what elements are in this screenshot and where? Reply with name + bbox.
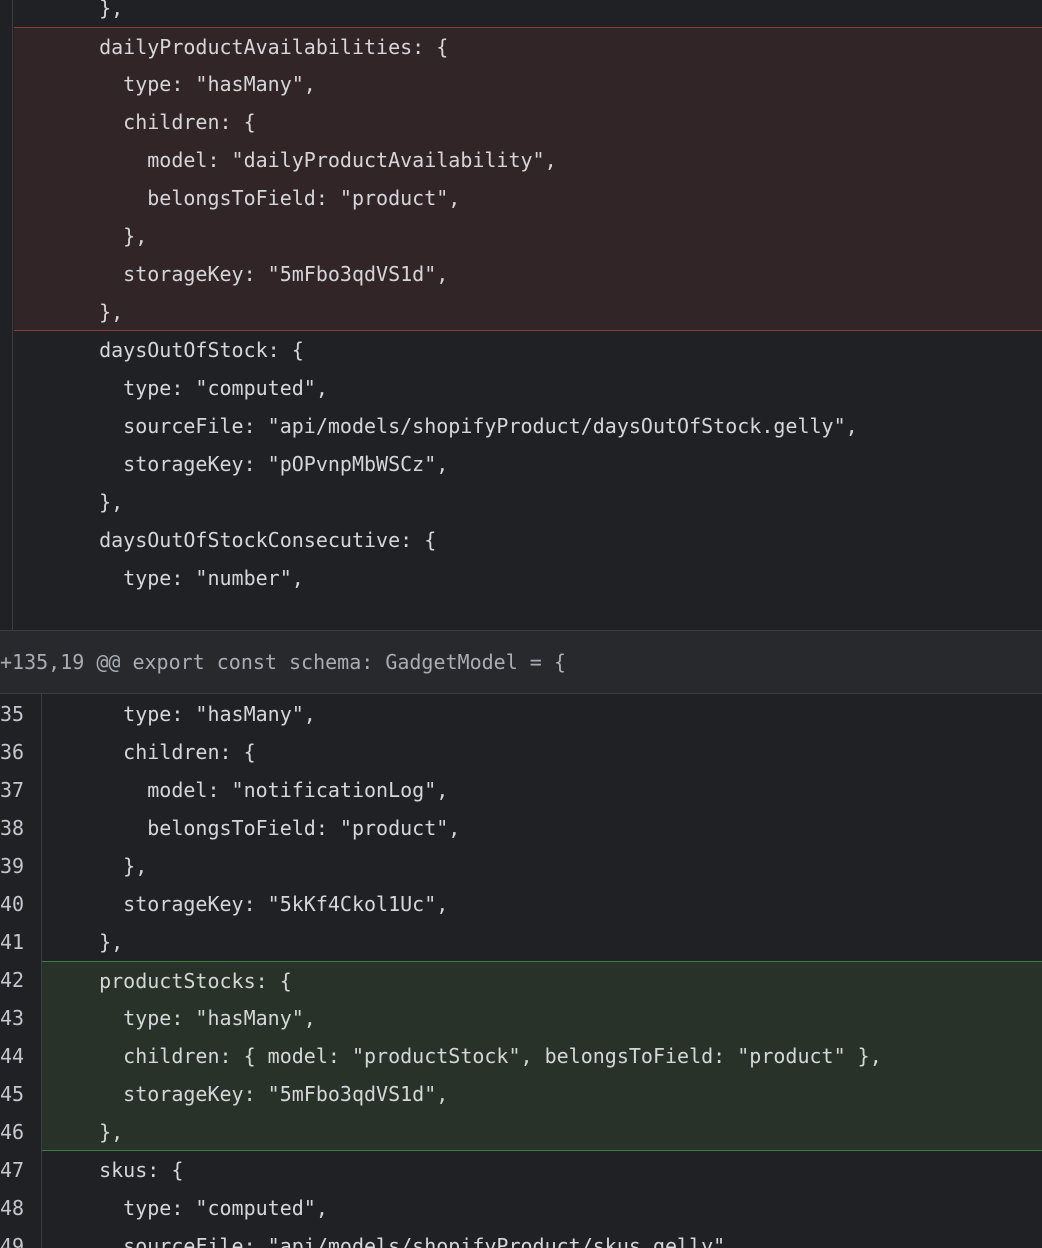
code-text: },	[75, 490, 124, 514]
code-line[interactable]: 49 sourceFile: "api/models/shopifyProduc…	[0, 1227, 1042, 1248]
code-line-added[interactable]: children: { model: "productStock", belon…	[42, 1037, 1042, 1075]
code-line-removed[interactable]: dailyProductAvailabilities: {	[14, 27, 1042, 65]
code-text: model: "dailyProductAvailability",	[75, 148, 557, 172]
code-text: storageKey: "5mFbo3qdVS1d",	[75, 1082, 449, 1106]
line-number: 48	[0, 1196, 25, 1220]
code-text: type: "number",	[75, 566, 304, 590]
code-line[interactable]: 39 },	[0, 847, 1042, 885]
code-text: type: "hasMany",	[75, 72, 316, 96]
code-text: sourceFile: "api/models/shopifyProduct/s…	[75, 1234, 738, 1248]
code-line-added[interactable]: storageKey: "5mFbo3qdVS1d",	[42, 1075, 1042, 1113]
code-line[interactable]: 36 children: {	[0, 733, 1042, 771]
code-line[interactable]: type: "number",	[14, 559, 1042, 597]
code-line[interactable]: 35 type: "hasMany",	[0, 695, 1042, 733]
code-line-added[interactable]: type: "hasMany",	[42, 999, 1042, 1037]
code-line-removed[interactable]: model: "dailyProductAvailability",	[14, 141, 1042, 179]
code-line[interactable]: sourceFile: "api/models/shopifyProduct/d…	[14, 407, 1042, 445]
code-line-removed[interactable]: storageKey: "5mFbo3qdVS1d",	[14, 255, 1042, 293]
code-line-removed[interactable]: },	[14, 293, 1042, 331]
line-number: 49	[0, 1234, 25, 1248]
code-text: },	[75, 854, 148, 878]
code-line[interactable]: type: "computed",	[14, 369, 1042, 407]
code-line[interactable]: 38 belongsToField: "product",	[0, 809, 1042, 847]
line-number: 39	[0, 854, 25, 878]
code-text: type: "hasMany",	[75, 1006, 316, 1030]
code-line-removed[interactable]: },	[14, 217, 1042, 255]
code-text: type: "hasMany",	[75, 702, 316, 726]
code-line-removed[interactable]: type: "hasMany",	[14, 65, 1042, 103]
code-text: storageKey: "5mFbo3qdVS1d",	[75, 262, 449, 286]
line-number: 43	[0, 1006, 25, 1030]
code-line[interactable]: },	[14, 483, 1042, 521]
code-text: children: {	[75, 110, 256, 134]
line-number: 38	[0, 816, 25, 840]
code-line[interactable]: daysOutOfStockConsecutive: {	[14, 521, 1042, 559]
code-text: },	[75, 1120, 124, 1144]
line-number: 40	[0, 892, 25, 916]
code-line[interactable]: daysOutOfStock: {	[14, 331, 1042, 369]
code-text: type: "computed",	[75, 376, 328, 400]
line-number: 42	[0, 968, 25, 992]
code-line[interactable]: 37 model: "notificationLog",	[0, 771, 1042, 809]
diff-viewer: }, dailyProductAvailabilities: { type: "…	[0, 0, 1042, 1248]
code-line[interactable]: },	[14, 0, 1042, 27]
code-text: },	[75, 224, 148, 248]
diff-pane-new: 35 type: "hasMany", 36 children: { 37 mo…	[0, 694, 1042, 1248]
line-number: 47	[0, 1158, 25, 1182]
code-text: productStocks: {	[75, 969, 292, 993]
code-text: storageKey: "pOPvnpMbWSCz",	[75, 452, 449, 476]
code-text: storageKey: "5kKf4Ckol1Uc",	[75, 892, 449, 916]
line-number: 41	[0, 930, 25, 954]
line-number: 45	[0, 1082, 25, 1106]
code-line[interactable]: 48 type: "computed",	[0, 1189, 1042, 1227]
code-line[interactable]: 41 },	[0, 923, 1042, 961]
code-text: skus: {	[75, 1158, 184, 1182]
code-line-removed[interactable]: children: {	[14, 103, 1042, 141]
code-line-added[interactable]: productStocks: {	[42, 961, 1042, 999]
code-text: model: "notificationLog",	[75, 778, 449, 802]
code-text: type: "computed",	[75, 1196, 328, 1220]
code-text: },	[75, 930, 124, 954]
line-number: 46	[0, 1120, 25, 1144]
line-number: 37	[0, 778, 25, 802]
diff-pane-old: }, dailyProductAvailabilities: { type: "…	[0, 0, 1042, 630]
code-text: dailyProductAvailabilities: {	[75, 35, 449, 59]
code-text: children: {	[75, 740, 256, 764]
line-number: 44	[0, 1044, 25, 1068]
code-text: belongsToField: "product",	[75, 186, 461, 210]
line-number: 35	[0, 702, 25, 726]
code-line-removed[interactable]: belongsToField: "product",	[14, 179, 1042, 217]
gutter-divider	[12, 0, 13, 630]
code-text: },	[75, 0, 124, 20]
hunk-header-text: +135,19 @@ export const schema: GadgetMo…	[0, 650, 566, 674]
code-text: },	[75, 300, 124, 324]
code-text: daysOutOfStockConsecutive: {	[75, 528, 437, 552]
code-text: daysOutOfStock: {	[75, 338, 304, 362]
code-text: sourceFile: "api/models/shopifyProduct/d…	[75, 414, 858, 438]
hunk-header[interactable]: +135,19 @@ export const schema: GadgetMo…	[0, 630, 1042, 694]
line-number: 36	[0, 740, 25, 764]
code-line[interactable]: storageKey: "pOPvnpMbWSCz",	[14, 445, 1042, 483]
code-line-added[interactable]: },	[42, 1113, 1042, 1151]
code-text: children: { model: "productStock", belon…	[75, 1044, 882, 1068]
code-text: belongsToField: "product",	[75, 816, 461, 840]
code-line[interactable]: 47 skus: {	[0, 1151, 1042, 1189]
code-line[interactable]: 40 storageKey: "5kKf4Ckol1Uc",	[0, 885, 1042, 923]
